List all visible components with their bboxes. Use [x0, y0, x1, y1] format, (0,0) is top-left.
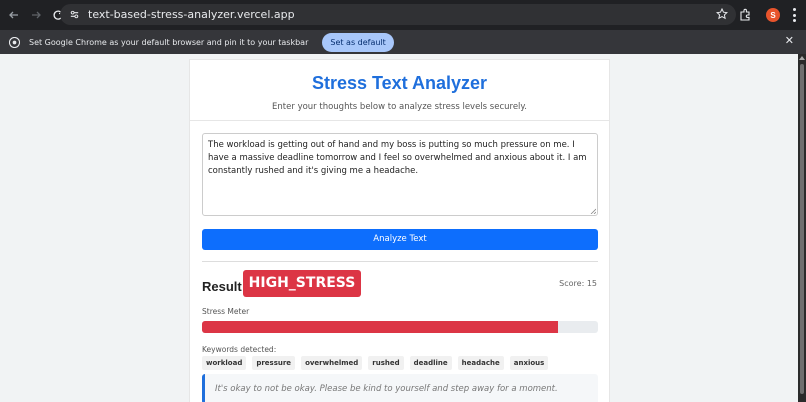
close-icon[interactable]: ✕: [785, 36, 794, 47]
url-text[interactable]: text-based-stress-analyzer.vercel.app: [88, 8, 295, 21]
page-title: Stress Text Analyzer: [311, 73, 488, 93]
scrollbar-thumb[interactable]: [800, 64, 804, 394]
infobar-message: Set Google Chrome as your default browse…: [29, 37, 309, 47]
extensions-icon[interactable]: [738, 8, 752, 22]
arrow-left-icon: [9, 11, 18, 19]
site-settings-icon[interactable]: [68, 9, 80, 21]
stress-meter: [202, 321, 598, 333]
textarea-value: The workload is getting out of hand and …: [208, 140, 587, 176]
keyword-chip: anxious: [509, 356, 549, 370]
browser-toolbar: text-based-stress-analyzer.vercel.app S: [0, 0, 806, 30]
keywords-list: workload pressure overwhelmed rushed deadlin…: [202, 356, 554, 370]
forward-button[interactable]: [26, 5, 46, 25]
chrome-logo-icon: [9, 36, 20, 48]
resize-grip-icon[interactable]: [590, 208, 596, 214]
page-subtitle: Enter your thoughts below to analyze str…: [272, 102, 527, 112]
arrow-right-icon: [32, 11, 41, 19]
scrollbar[interactable]: [798, 54, 806, 402]
keywords-label: Keywords detected:: [202, 345, 277, 354]
keyword-chip: rushed: [368, 356, 404, 370]
bookmark-star-icon[interactable]: [716, 8, 728, 20]
menu-icon[interactable]: [792, 8, 796, 22]
score-text: Score: 15: [559, 279, 597, 288]
keyword-chip: overwhelmed: [301, 356, 363, 370]
page-viewport: Stress Text Analyzer Enter your thoughts…: [0, 54, 798, 402]
keyword-chip: pressure: [252, 356, 296, 370]
set-as-default-button[interactable]: Set as default: [322, 32, 394, 52]
analyzer-card: Stress Text Analyzer Enter your thoughts…: [189, 59, 610, 402]
thoughts-textarea[interactable]: The workload is getting out of hand and …: [202, 133, 598, 216]
stress-meter-label: Stress Meter: [202, 307, 250, 316]
divider: [202, 261, 598, 262]
advice-message: It's okay to not be okay. Please be kind…: [202, 374, 598, 402]
keyword-chip: headache: [457, 356, 504, 370]
card-header: Stress Text Analyzer Enter your thoughts…: [190, 60, 609, 121]
analyze-button[interactable]: Analyze Text: [202, 229, 598, 250]
back-button[interactable]: [4, 5, 24, 25]
profile-avatar[interactable]: S: [766, 8, 780, 22]
result-label: Result:: [202, 279, 247, 294]
status-badge: HIGH_STRESS: [243, 270, 361, 297]
default-browser-infobar: Set Google Chrome as your default browse…: [0, 30, 806, 54]
stress-meter-fill: [202, 321, 559, 333]
address-bar[interactable]: text-based-stress-analyzer.vercel.app: [60, 4, 736, 25]
scroll-up-icon[interactable]: [799, 56, 805, 60]
keyword-chip: workload: [202, 356, 247, 370]
keyword-chip: deadline: [409, 356, 452, 370]
